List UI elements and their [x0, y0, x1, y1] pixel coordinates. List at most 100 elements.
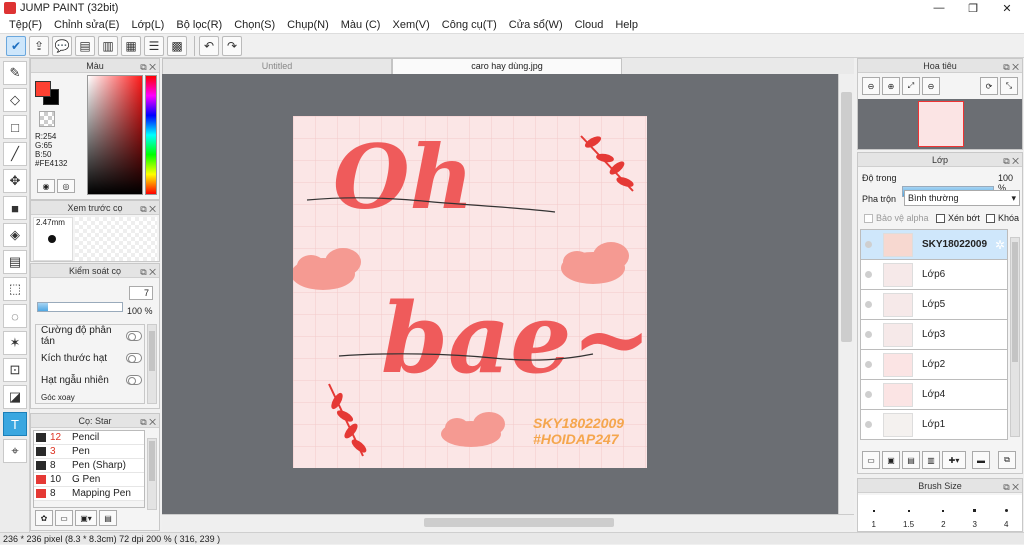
picker-icon[interactable]: ◎ — [57, 179, 75, 193]
line-tool-icon[interactable]: ╱ — [3, 142, 27, 166]
zoom-in-icon[interactable]: ⊕ — [882, 77, 900, 95]
layer-list-scrollbar[interactable] — [1010, 237, 1020, 437]
list-icon[interactable]: ☰ — [144, 35, 164, 56]
layer-row-lop6[interactable]: Lớp6 — [860, 260, 1008, 290]
protect-alpha-checkbox[interactable] — [864, 213, 873, 223]
select-rect-tool-icon[interactable]: ⬚ — [3, 277, 27, 301]
brush-size-slider[interactable] — [37, 302, 123, 312]
message-icon[interactable]: ▤ — [75, 35, 95, 56]
duplicate-layer-icon[interactable]: ⧉ — [998, 451, 1016, 469]
gear-icon[interactable]: ✲ — [995, 238, 1005, 252]
brush-tool-icon[interactable]: ✎ — [3, 61, 27, 85]
zoom-out-icon[interactable]: ⊖ — [922, 77, 940, 95]
brush-item-g-pen[interactable]: 10 G Pen — [34, 473, 144, 487]
lasso-tool-icon[interactable]: ◌ — [3, 304, 27, 328]
rectangle-tool-icon[interactable]: □ — [3, 115, 27, 139]
select-eraser-tool-icon[interactable]: ◪ — [3, 385, 27, 409]
brush-item-pen[interactable]: 3 Pen — [34, 445, 144, 459]
clip-checkbox[interactable] — [936, 213, 945, 223]
visibility-icon[interactable] — [861, 391, 875, 398]
menu-filter[interactable]: Bộ lọc(R) — [171, 19, 227, 31]
visibility-icon[interactable] — [861, 331, 875, 338]
brush-item-mapping-pen[interactable]: 8 Mapping Pen — [34, 487, 144, 501]
hue-slider[interactable] — [145, 75, 157, 195]
lock-checkbox[interactable] — [986, 213, 995, 223]
menu-view[interactable]: Xem(V) — [387, 19, 434, 31]
vertical-scroll-thumb[interactable] — [841, 92, 852, 342]
add-layer-menu-icon[interactable]: ✚▾ — [942, 451, 966, 469]
fill-rect-tool-icon[interactable]: ■ — [3, 196, 27, 220]
panel-close-icon[interactable]: ⧉ ✕ — [140, 60, 156, 74]
vertical-scrollbar[interactable] — [838, 74, 854, 514]
menu-layer[interactable]: Lớp(L) — [126, 19, 169, 31]
menu-capture[interactable]: Chụp(N) — [282, 19, 334, 31]
layer-row-lop2[interactable]: Lớp2 — [860, 350, 1008, 380]
new-layer-image-icon[interactable]: ▣ — [882, 451, 900, 469]
minimize-button[interactable]: — — [922, 0, 956, 16]
brush-delete-icon[interactable]: ▤ — [99, 510, 117, 526]
comment-icon[interactable]: 💬 — [52, 35, 72, 56]
panel-close-icon[interactable]: ⧉ ✕ — [1003, 60, 1019, 74]
particle-size-toggle[interactable] — [126, 353, 142, 363]
panel-close-icon[interactable]: ⧉ ✕ — [140, 265, 156, 279]
panel-close-icon[interactable]: ⧉ ✕ — [1003, 154, 1019, 168]
menu-cloud[interactable]: Cloud — [570, 19, 609, 31]
eyedropper-tool-icon[interactable]: ⌖ — [3, 439, 27, 463]
rotate-icon[interactable]: ⟳ — [980, 77, 998, 95]
grid-icon[interactable]: ▩ — [167, 35, 187, 56]
fit-window-icon[interactable]: ⤡ — [1000, 77, 1018, 95]
artwork-canvas[interactable]: Oh bae~ SKY18022009 #HOIDAP247 — [293, 116, 647, 468]
brush-size-option-1[interactable]: 1 — [872, 510, 876, 529]
layer-row-lop4[interactable]: Lớp4 — [860, 380, 1008, 410]
menu-color[interactable]: Màu (C) — [336, 19, 386, 31]
layer-row-lop3[interactable]: Lớp3 — [860, 320, 1008, 350]
scatter-toggle[interactable] — [126, 331, 142, 341]
select-pen-tool-icon[interactable]: ⊡ — [3, 358, 27, 382]
brush-size-option-4[interactable]: 4 — [1004, 509, 1008, 529]
transparent-color-swatch[interactable] — [39, 111, 55, 127]
maximize-button[interactable]: ❐ — [956, 0, 990, 16]
primary-color-swatch[interactable] — [35, 81, 51, 97]
check-icon[interactable]: ✔ — [6, 35, 26, 56]
visibility-icon[interactable] — [861, 361, 875, 368]
new-layer-icon[interactable]: ▭ — [862, 451, 880, 469]
visibility-icon[interactable] — [861, 421, 875, 428]
brush-size-option-1-5[interactable]: 1.5 — [903, 510, 914, 529]
menu-tools[interactable]: Công cụ(T) — [437, 19, 502, 31]
navigator-preview[interactable] — [858, 99, 1022, 149]
visibility-icon[interactable] — [861, 271, 875, 278]
brush-item-pencil[interactable]: 12 Pencil — [34, 431, 144, 445]
new-brush-icon[interactable]: ▭ — [55, 510, 73, 526]
brush-size-option-2[interactable]: 2 — [941, 510, 946, 529]
zoom-fit-icon[interactable]: ⊖ — [862, 77, 880, 95]
brush-settings-icon[interactable]: ✿ — [35, 510, 53, 526]
magic-wand-tool-icon[interactable]: ✶ — [3, 331, 27, 355]
tab-untitled[interactable]: Untitled — [162, 58, 392, 74]
brush-size-option-3[interactable]: 3 — [973, 509, 977, 529]
move-tool-icon[interactable]: ✥ — [3, 169, 27, 193]
page-icon[interactable]: ▦ — [121, 35, 141, 56]
close-button[interactable]: ✕ — [990, 0, 1024, 16]
blend-mode-select[interactable]: Bình thường ▾ — [904, 190, 1020, 206]
layer-row-lop1[interactable]: Lớp1 — [860, 410, 1008, 440]
random-particle-toggle[interactable] — [126, 375, 142, 385]
brush-item-pen-sharp[interactable]: 8 Pen (Sharp) — [34, 459, 144, 473]
new-layer-text-icon[interactable]: ▤ — [902, 451, 920, 469]
tab-caro-hay-dung[interactable]: caro hay dùng.jpg — [392, 58, 622, 74]
menu-window[interactable]: Cửa sổ(W) — [504, 19, 568, 31]
folder-icon[interactable]: ▬ — [972, 451, 990, 469]
layer-row-lop5[interactable]: Lớp5 — [860, 290, 1008, 320]
horizontal-scroll-thumb[interactable] — [424, 518, 614, 527]
layer-mask-icon[interactable]: ▥ — [922, 451, 940, 469]
saturation-value-picker[interactable] — [87, 75, 143, 195]
undo-icon[interactable]: ↶ — [199, 35, 219, 56]
menu-file[interactable]: Tệp(F) — [4, 19, 47, 31]
redo-icon[interactable]: ↷ — [222, 35, 242, 56]
document-icon[interactable]: ▥ — [98, 35, 118, 56]
menu-help[interactable]: Help — [610, 19, 643, 31]
eraser-tool-icon[interactable]: ◇ — [3, 88, 27, 112]
panel-close-icon[interactable]: ⧉ ✕ — [1003, 480, 1019, 494]
brush-menu-icon[interactable]: ▣▾ — [75, 510, 97, 526]
brush-size-field[interactable]: 7 — [129, 286, 153, 300]
menu-edit[interactable]: Chỉnh sửa(E) — [49, 19, 124, 31]
